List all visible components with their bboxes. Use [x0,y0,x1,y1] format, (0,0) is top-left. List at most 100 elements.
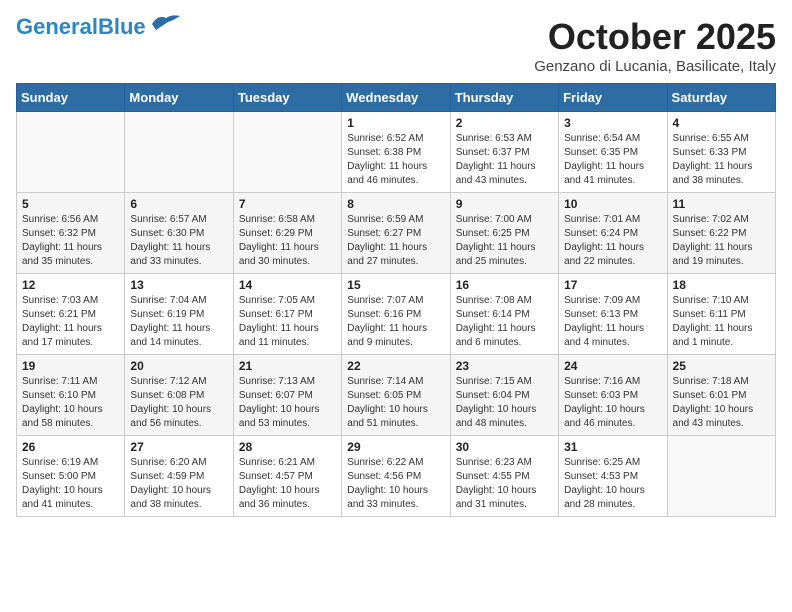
calendar-day-11: 11Sunrise: 7:02 AMSunset: 6:22 PMDayligh… [667,193,775,274]
day-info: Sunrise: 6:54 AMSunset: 6:35 PMDaylight:… [564,132,661,188]
calendar-day-29: 29 Sunrise: 6:22 AMSunset: 4:56 PMDayligh… [342,436,450,517]
day-number: 18 [673,278,770,292]
weekday-header-thursday: Thursday [450,84,558,112]
calendar-day-28: 28 Sunrise: 6:21 AMSunset: 4:57 PMDayligh… [233,436,341,517]
day-number: 8 [347,197,444,211]
day-number: 24 [564,359,661,373]
calendar-week-row: 26 Sunrise: 6:19 AMSunset: 5:00 PMDayligh… [17,436,776,517]
calendar-day-15: 15Sunrise: 7:07 AMSunset: 6:16 PMDayligh… [342,274,450,355]
day-number: 16 [456,278,553,292]
day-info: Sunrise: 7:00 AMSunset: 6:25 PMDaylight:… [456,213,553,269]
day-info: Sunrise: 6:19 AMSunset: 5:00 PMDaylight:… [22,456,119,512]
day-number: 4 [673,116,770,130]
day-number: 12 [22,278,119,292]
day-info: Sunrise: 7:13 AMSunset: 6:07 PMDaylight:… [239,375,336,431]
calendar-day-27: 27 Sunrise: 6:20 AMSunset: 4:59 PMDayligh… [125,436,233,517]
day-info: Sunrise: 6:59 AMSunset: 6:27 PMDaylight:… [347,213,444,269]
day-number: 26 [22,440,119,454]
day-info: Sunrise: 6:21 AMSunset: 4:57 PMDaylight:… [239,456,336,512]
calendar-day-1: 1Sunrise: 6:52 AMSunset: 6:38 PMDaylight… [342,112,450,193]
calendar-day-2: 2 Sunrise: 6:53 AMSunset: 6:37 PMDaylight… [450,112,558,193]
weekday-header-tuesday: Tuesday [233,84,341,112]
calendar-week-row: 12 Sunrise: 7:03 AMSunset: 6:21 PMDayligh… [17,274,776,355]
calendar-day-13: 13 Sunrise: 7:04 AMSunset: 6:19 PMDayligh… [125,274,233,355]
day-info: Sunrise: 7:14 AMSunset: 6:05 PMDaylight:… [347,375,444,431]
calendar-day-16: 16 Sunrise: 7:08 AMSunset: 6:14 PMDayligh… [450,274,558,355]
calendar-empty-cell [17,112,125,193]
logo-text: GeneralBlue [16,16,146,38]
day-number: 17 [564,278,661,292]
weekday-header-monday: Monday [125,84,233,112]
weekday-header-sunday: Sunday [17,84,125,112]
calendar-week-row: 1Sunrise: 6:52 AMSunset: 6:38 PMDaylight… [17,112,776,193]
day-info: Sunrise: 7:12 AMSunset: 6:08 PMDaylight:… [130,375,227,431]
calendar-week-row: 19 Sunrise: 7:11 AMSunset: 6:10 PMDayligh… [17,355,776,436]
day-number: 7 [239,197,336,211]
day-info: Sunrise: 6:53 AMSunset: 6:37 PMDaylight:… [456,132,553,188]
calendar-day-8: 8 Sunrise: 6:59 AMSunset: 6:27 PMDaylight… [342,193,450,274]
day-info: Sunrise: 7:03 AMSunset: 6:21 PMDaylight:… [22,294,119,350]
day-info: Sunrise: 6:58 AMSunset: 6:29 PMDaylight:… [239,213,336,269]
day-number: 31 [564,440,661,454]
day-info: Sunrise: 6:55 AMSunset: 6:33 PMDaylight:… [673,132,770,188]
day-info: Sunrise: 7:01 AMSunset: 6:24 PMDaylight:… [564,213,661,269]
page-header: GeneralBlue October 2025 Genzano di Luca… [16,16,776,75]
calendar-day-22: 22 Sunrise: 7:14 AMSunset: 6:05 PMDayligh… [342,355,450,436]
day-info: Sunrise: 6:52 AMSunset: 6:38 PMDaylight:… [347,132,444,188]
day-number: 9 [456,197,553,211]
day-number: 28 [239,440,336,454]
day-number: 22 [347,359,444,373]
calendar-day-23: 23 Sunrise: 7:15 AMSunset: 6:04 PMDayligh… [450,355,558,436]
weekday-header-saturday: Saturday [667,84,775,112]
day-info: Sunrise: 7:10 AMSunset: 6:11 PMDaylight:… [673,294,770,350]
weekday-header-row: SundayMondayTuesdayWednesdayThursdayFrid… [17,84,776,112]
subtitle: Genzano di Lucania, Basilicate, Italy [534,58,776,75]
day-info: Sunrise: 7:18 AMSunset: 6:01 PMDaylight:… [673,375,770,431]
day-number: 30 [456,440,553,454]
day-info: Sunrise: 6:56 AMSunset: 6:32 PMDaylight:… [22,213,119,269]
calendar-day-31: 31 Sunrise: 6:25 AMSunset: 4:53 PMDayligh… [559,436,667,517]
calendar-day-9: 9 Sunrise: 7:00 AMSunset: 6:25 PMDaylight… [450,193,558,274]
calendar-day-12: 12 Sunrise: 7:03 AMSunset: 6:21 PMDayligh… [17,274,125,355]
day-info: Sunrise: 7:11 AMSunset: 6:10 PMDaylight:… [22,375,119,431]
day-info: Sunrise: 6:57 AMSunset: 6:30 PMDaylight:… [130,213,227,269]
day-info: Sunrise: 7:08 AMSunset: 6:14 PMDaylight:… [456,294,553,350]
day-info: Sunrise: 7:07 AMSunset: 6:16 PMDaylight:… [347,294,444,350]
calendar-day-21: 21 Sunrise: 7:13 AMSunset: 6:07 PMDayligh… [233,355,341,436]
day-number: 21 [239,359,336,373]
day-info: Sunrise: 6:20 AMSunset: 4:59 PMDaylight:… [130,456,227,512]
calendar-day-30: 30 Sunrise: 6:23 AMSunset: 4:55 PMDayligh… [450,436,558,517]
day-number: 2 [456,116,553,130]
calendar-day-10: 10Sunrise: 7:01 AMSunset: 6:24 PMDayligh… [559,193,667,274]
main-title: October 2025 [534,16,776,58]
calendar-empty-cell [667,436,775,517]
day-info: Sunrise: 7:09 AMSunset: 6:13 PMDaylight:… [564,294,661,350]
day-info: Sunrise: 6:25 AMSunset: 4:53 PMDaylight:… [564,456,661,512]
day-info: Sunrise: 6:23 AMSunset: 4:55 PMDaylight:… [456,456,553,512]
day-number: 19 [22,359,119,373]
day-info: Sunrise: 7:16 AMSunset: 6:03 PMDaylight:… [564,375,661,431]
day-number: 27 [130,440,227,454]
day-number: 25 [673,359,770,373]
day-info: Sunrise: 7:04 AMSunset: 6:19 PMDaylight:… [130,294,227,350]
day-info: Sunrise: 7:15 AMSunset: 6:04 PMDaylight:… [456,375,553,431]
day-number: 13 [130,278,227,292]
title-block: October 2025 Genzano di Lucania, Basilic… [534,16,776,75]
calendar-day-20: 20Sunrise: 7:12 AMSunset: 6:08 PMDayligh… [125,355,233,436]
weekday-header-wednesday: Wednesday [342,84,450,112]
day-number: 6 [130,197,227,211]
day-number: 3 [564,116,661,130]
logo-bird-icon [150,12,182,34]
calendar-day-3: 3 Sunrise: 6:54 AMSunset: 6:35 PMDaylight… [559,112,667,193]
day-number: 23 [456,359,553,373]
calendar-day-19: 19 Sunrise: 7:11 AMSunset: 6:10 PMDayligh… [17,355,125,436]
day-info: Sunrise: 6:22 AMSunset: 4:56 PMDaylight:… [347,456,444,512]
day-info: Sunrise: 7:05 AMSunset: 6:17 PMDaylight:… [239,294,336,350]
calendar-day-4: 4 Sunrise: 6:55 AMSunset: 6:33 PMDaylight… [667,112,775,193]
day-number: 29 [347,440,444,454]
calendar-day-17: 17 Sunrise: 7:09 AMSunset: 6:13 PMDayligh… [559,274,667,355]
calendar-day-18: 18 Sunrise: 7:10 AMSunset: 6:11 PMDayligh… [667,274,775,355]
calendar-day-26: 26 Sunrise: 6:19 AMSunset: 5:00 PMDayligh… [17,436,125,517]
logo: GeneralBlue [16,16,182,38]
calendar-week-row: 5Sunrise: 6:56 AMSunset: 6:32 PMDaylight… [17,193,776,274]
